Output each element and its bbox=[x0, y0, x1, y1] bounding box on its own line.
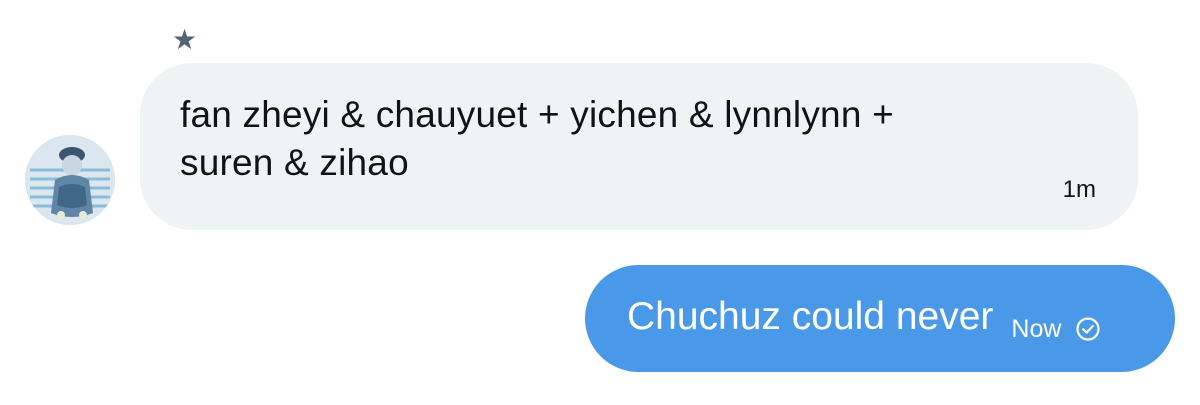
star-icon: ★ bbox=[172, 24, 198, 55]
incoming-message-time: 1m bbox=[1062, 176, 1096, 203]
outgoing-message-text: Chuchuz could never bbox=[627, 294, 994, 338]
user-avatar-image bbox=[25, 135, 115, 225]
avatar[interactable] bbox=[25, 135, 115, 225]
incoming-message-text: fan zheyi & chauyuet + yichen & lynnlynn… bbox=[180, 94, 894, 183]
outgoing-message-time: Now bbox=[1011, 314, 1062, 343]
check-circle-icon bbox=[1076, 316, 1101, 341]
incoming-message-bubble[interactable]: fan zheyi & chauyuet + yichen & lynnlynn… bbox=[140, 63, 1138, 230]
outgoing-message-bubble[interactable]: Chuchuz could never Now bbox=[585, 265, 1175, 372]
